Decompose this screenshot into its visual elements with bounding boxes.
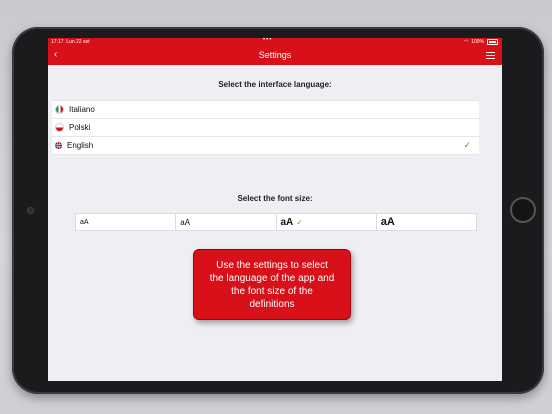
battery-icon <box>487 39 498 45</box>
status-time: 17:17 Lun 22 set <box>51 39 90 45</box>
poland-flag-icon <box>55 123 64 132</box>
language-label: English <box>67 141 94 150</box>
status-right: ◠ 100% <box>464 39 498 45</box>
font-size-option-2[interactable]: aA <box>176 214 277 230</box>
checkmark-icon: ✓ <box>296 217 303 227</box>
italy-flag-icon <box>55 105 64 114</box>
font-size-selector: aA aA aA ✓ aA <box>75 213 477 231</box>
nav-bar: ‹ Settings <box>48 47 502 65</box>
font-size-option-4[interactable]: aA <box>377 214 476 230</box>
language-section-title: Select the interface language: <box>218 80 332 89</box>
font-section-title: Select the font size: <box>237 194 313 203</box>
font-size-label: aA <box>280 216 294 228</box>
status-bar: 17:17 Lun 22 set ••• ◠ 100% <box>48 38 502 47</box>
tablet-frame: 17:17 Lun 22 set ••• ◠ 100% ‹ Settings S… <box>12 27 544 394</box>
home-button[interactable] <box>510 197 536 223</box>
language-label: Polski <box>69 123 91 132</box>
page-title: Settings <box>258 50 292 60</box>
font-size-option-3[interactable]: aA ✓ <box>277 214 377 230</box>
font-size-label: aA <box>380 216 395 228</box>
hamburger-menu-icon[interactable] <box>486 52 495 61</box>
language-label: Italiano <box>69 105 95 114</box>
language-option-english[interactable]: English ✓ <box>52 137 479 155</box>
language-list: Italiano Polski English ✓ <box>52 100 479 155</box>
language-option-italiano[interactable]: Italiano <box>52 101 479 119</box>
hint-tooltip: Use the settings to select the language … <box>193 249 351 320</box>
language-option-polski[interactable]: Polski <box>52 119 479 137</box>
font-size-label: aA <box>80 218 89 226</box>
font-size-option-1[interactable]: aA <box>76 214 177 230</box>
uk-flag-icon <box>55 142 62 149</box>
multitask-dots-icon: ••• <box>263 38 273 43</box>
battery-percent: 100% <box>471 39 484 45</box>
app-screen: 17:17 Lun 22 set ••• ◠ 100% ‹ Settings S… <box>48 38 502 381</box>
camera-icon <box>27 207 34 214</box>
font-size-label: aA <box>180 217 191 227</box>
checkmark-icon: ✓ <box>463 140 471 150</box>
wifi-icon: ◠ <box>463 39 469 45</box>
